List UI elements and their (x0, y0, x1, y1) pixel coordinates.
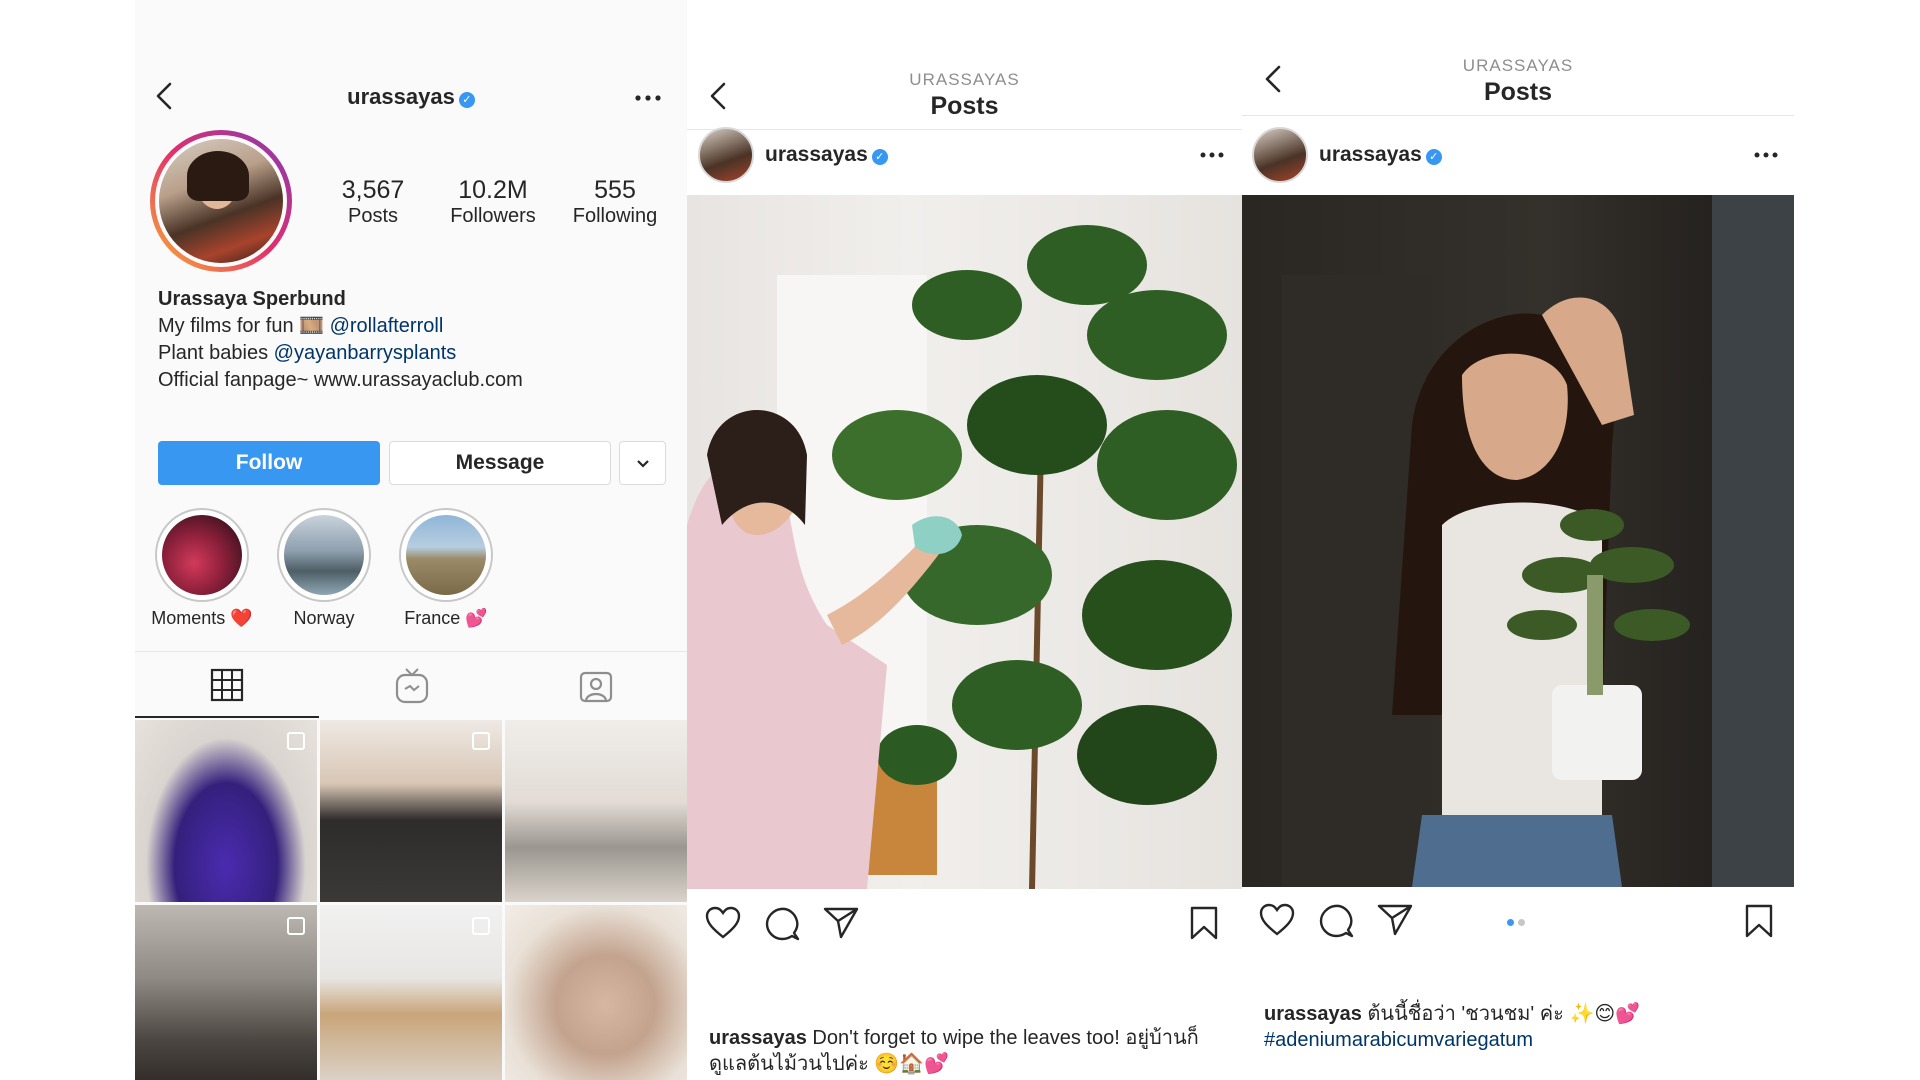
highlight-france[interactable] (399, 508, 493, 602)
yayanbarrysplants-link[interactable]: @yayanbarrysplants (274, 342, 457, 364)
bookmark-icon[interactable] (1744, 903, 1774, 939)
active-tab-indicator (135, 716, 319, 718)
tagged-icon[interactable] (578, 668, 614, 704)
stat-value: 3,567 (341, 176, 405, 204)
rollafterroll-link[interactable]: @rollafterroll (330, 315, 444, 337)
profile-name: Urassaya Sperbund (158, 288, 346, 310)
caption-text: ต้นนี้ชื่อว่า 'ชวนชม' ค่ะ ✨😊💕 (1361, 1003, 1641, 1025)
post-username: urassayas (1319, 143, 1422, 166)
grid-post[interactable] (135, 905, 317, 1080)
divider (135, 651, 687, 652)
stat-label: Followers (450, 205, 536, 227)
grid-post[interactable] (505, 905, 687, 1080)
multi-photo-icon (472, 732, 490, 750)
grid-post[interactable] (320, 720, 502, 902)
more-options-icon[interactable] (1754, 152, 1778, 158)
divider (1242, 115, 1794, 116)
post-photo[interactable] (1242, 195, 1794, 887)
grid-icon[interactable] (210, 668, 244, 702)
follow-button[interactable]: Follow (158, 441, 380, 485)
post-panel-2: URASSAYAS Posts urassayas ✓ urassayas ต้… (1242, 0, 1794, 1080)
post-username: urassayas (765, 143, 868, 166)
profile-avatar[interactable] (150, 130, 292, 272)
verified-icon: ✓ (1425, 148, 1442, 165)
header-username: URASSAYAS (1462, 56, 1574, 75)
header-title: Posts (1483, 78, 1553, 106)
verified-icon: ✓ (871, 148, 888, 165)
bio-text: My films for fun 🎞️ (158, 315, 330, 337)
highlight-moments-thumb (162, 515, 242, 595)
photo-illustration (687, 225, 1237, 889)
bio-line-films: My films for fun 🎞️ @rollafterroll (158, 313, 678, 340)
post-author[interactable]: urassayas ✓ (1319, 143, 1442, 167)
header-title: Posts (930, 92, 999, 120)
post-photo[interactable] (687, 195, 1242, 889)
comment-icon[interactable] (764, 906, 800, 942)
like-icon[interactable] (705, 906, 741, 940)
caption-username[interactable]: urassayas (1264, 1003, 1362, 1025)
share-icon[interactable] (1377, 903, 1413, 937)
multi-photo-icon (287, 732, 305, 750)
hashtag-link[interactable]: #adeniumarabicumvariegatum (1264, 1027, 1774, 1053)
carousel-indicator (1507, 919, 1531, 926)
highlight-label: Norway (293, 608, 355, 628)
post-avatar[interactable] (698, 127, 754, 183)
stat-following[interactable]: 555 Following (555, 176, 675, 228)
highlight-label: France 💕 (404, 608, 488, 628)
post-avatar[interactable] (1252, 127, 1308, 183)
highlight-moments[interactable] (155, 508, 249, 602)
profile-panel: urassayas ✓ 3,567 Posts 10.2M Followers 5… (135, 0, 687, 1080)
grid-post[interactable] (505, 720, 687, 902)
profile-bio: Urassaya Sperbund My films for fun 🎞️ @r… (158, 286, 678, 394)
multi-photo-icon (287, 917, 305, 935)
verified-icon: ✓ (458, 91, 475, 108)
suggested-dropdown-button[interactable] (619, 441, 666, 485)
carousel-dot (1518, 919, 1525, 926)
share-icon[interactable] (823, 906, 859, 940)
stat-posts[interactable]: 3,567 Posts (318, 176, 428, 228)
highlight-label: Moments ❤️ (151, 608, 253, 628)
highlight-norway[interactable] (277, 508, 371, 602)
post-panel-1: URASSAYAS Posts urassayas ✓ urassayas Do… (687, 0, 1242, 1080)
stat-value: 10.2M (458, 176, 528, 204)
igtv-icon[interactable] (394, 666, 430, 704)
bio-text: Plant babies (158, 342, 274, 364)
bookmark-icon[interactable] (1189, 905, 1219, 941)
grid-post[interactable] (135, 720, 317, 902)
post-author[interactable]: urassayas ✓ (765, 143, 888, 167)
bio-line-plants: Plant babies @yayanbarrysplants (158, 340, 678, 367)
stat-label: Posts (347, 205, 399, 227)
grid-post[interactable] (320, 905, 502, 1080)
comment-icon[interactable] (1318, 903, 1354, 939)
like-icon[interactable] (1259, 903, 1295, 937)
stat-label: Following (572, 205, 658, 227)
avatar-photo (159, 139, 283, 263)
caption-username[interactable]: urassayas (709, 1027, 807, 1049)
photo-illustration (1282, 195, 1794, 887)
highlight-france-thumb (406, 515, 486, 595)
post-caption: urassayas ต้นนี้ชื่อว่า 'ชวนชม' ค่ะ ✨😊💕 … (1264, 1001, 1774, 1053)
highlight-norway-thumb (284, 515, 364, 595)
message-button[interactable]: Message (389, 441, 611, 485)
bio-line-fanpage[interactable]: Official fanpage~ www.urassayaclub.com (158, 367, 678, 394)
divider (687, 129, 1242, 130)
profile-username: urassayas (347, 84, 455, 109)
profile-header: urassayas ✓ (135, 84, 687, 110)
stat-value: 555 (594, 176, 636, 204)
more-options-icon[interactable] (635, 95, 661, 101)
stat-followers[interactable]: 10.2M Followers (433, 176, 553, 228)
chevron-down-icon (636, 459, 649, 468)
multi-photo-icon (472, 917, 490, 935)
header-username: URASSAYAS (909, 70, 1020, 89)
carousel-dot-active (1507, 919, 1514, 926)
more-options-icon[interactable] (1200, 152, 1224, 158)
post-caption: urassayas Don't forget to wipe the leave… (709, 1025, 1219, 1077)
